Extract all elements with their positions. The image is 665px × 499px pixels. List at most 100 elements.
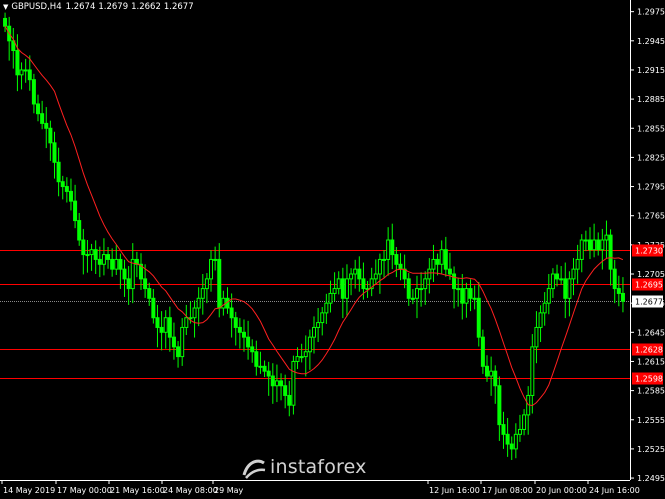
candle-body: [468, 288, 473, 299]
dropdown-caret-icon[interactable]: ▼: [3, 3, 8, 11]
candle-body: [616, 288, 621, 294]
candle-body: [538, 312, 543, 328]
candle-body: [394, 254, 399, 265]
level-price-label: 1.2628: [635, 346, 663, 355]
chart-plot[interactable]: 1.2975 1.2945 1.2915 1.2885 1.2855 1.2825 1.27…: [0, 0, 665, 499]
candle-body: [555, 273, 560, 280]
candle-body: [587, 239, 592, 251]
candle-body: [200, 288, 205, 299]
candle-body: [254, 351, 259, 367]
candle-body: [312, 326, 316, 338]
candle-body: [270, 375, 275, 387]
horizontal-levels: [0, 250, 630, 379]
candle-body: [456, 288, 461, 291]
candle-body: [431, 258, 436, 270]
candle-body: [513, 433, 518, 450]
candle-body: [118, 258, 123, 270]
candle-body: [534, 326, 539, 348]
candle-body: [353, 268, 358, 275]
close-value: 1.2677: [163, 2, 194, 12]
candle-body: [303, 351, 308, 358]
candle-body: [546, 288, 551, 304]
candle-body: [559, 278, 564, 281]
candle-body: [56, 161, 61, 183]
candle-body: [101, 254, 106, 265]
candle-body: [472, 297, 477, 300]
candle-body: [361, 278, 366, 290]
candle-body: [550, 273, 555, 290]
candle-body: [522, 414, 527, 430]
candle-body: [167, 317, 172, 338]
candle-body: [377, 258, 382, 275]
candle-body: [336, 278, 341, 290]
candle-body: [184, 317, 189, 328]
level-price-label: 1.2598: [635, 375, 663, 384]
candle-body: [505, 433, 510, 445]
candle-body: [180, 326, 185, 358]
candle-body: [217, 258, 222, 309]
price-tick-label: 1.2645: [637, 328, 665, 337]
candle-body: [246, 336, 251, 348]
candle-body: [579, 239, 584, 260]
candle-body: [509, 443, 514, 450]
high-value: 1.2679: [98, 2, 129, 12]
candle-body: [176, 346, 181, 358]
candle-body: [266, 370, 271, 377]
watermark-text: instaforex: [270, 456, 367, 478]
candle-body: [44, 122, 49, 129]
candle-body: [419, 288, 424, 291]
candle-body: [77, 220, 82, 241]
price-tick-label: 1.2495: [637, 474, 665, 483]
candle-body: [60, 181, 65, 188]
watermark: instaforex: [240, 455, 380, 481]
candle-body: [114, 258, 119, 270]
candle-body: [406, 278, 411, 299]
candle-body: [97, 258, 102, 265]
candle-body: [414, 288, 419, 299]
candle-body: [204, 278, 209, 290]
candle-body: [563, 278, 568, 299]
candle-body: [151, 297, 156, 319]
candle-body: [163, 317, 168, 333]
candle-body: [250, 346, 255, 353]
candle-body: [390, 239, 395, 256]
level-price-label: 1.2730: [635, 247, 663, 256]
chart-header: ▼ GBPUSD,H4 1.2674 1.2679 1.2662 1.2677: [3, 2, 197, 12]
candle-body: [460, 288, 465, 304]
candle-body: [279, 380, 284, 387]
candle-body: [517, 428, 522, 435]
candle-body: [48, 127, 53, 144]
time-tick-label: 20 Jun 00:00: [536, 486, 587, 495]
candle-body: [328, 292, 333, 304]
time-tick-label: 24 May 08:00: [163, 486, 218, 495]
candle-body: [307, 336, 312, 353]
instaforex-logo-icon: [242, 459, 266, 479]
candle-body: [85, 254, 90, 257]
candle-body: [287, 394, 292, 406]
price-tick-label: 1.2915: [637, 66, 665, 75]
time-tick-label: 17 May 00:00: [57, 486, 112, 495]
symbol-label: GBPUSD,H4: [11, 2, 62, 12]
chart-window[interactable]: 1.2975 1.2945 1.2915 1.2885 1.2855 1.2825 1.27…: [0, 0, 665, 499]
time-tick-label: 29 May: [214, 486, 244, 495]
candle-body: [320, 312, 325, 324]
candle-body: [262, 365, 267, 372]
price-tick-label: 1.2705: [637, 270, 665, 279]
time-tick-label: 24 Jun 16:00: [589, 486, 640, 495]
candle-body: [357, 268, 362, 280]
candle-body: [143, 278, 148, 290]
candle-body: [398, 263, 403, 270]
candle-body: [571, 268, 576, 280]
candle-body: [36, 103, 41, 115]
candle-body: [237, 326, 242, 333]
price-tick-label: 1.2615: [637, 357, 665, 366]
candle-body: [501, 424, 506, 435]
low-value: 1.2662: [131, 2, 161, 12]
candle-body: [443, 249, 448, 270]
candle-body: [89, 249, 94, 256]
candle-body: [332, 288, 337, 294]
price-tick-label: 1.2585: [637, 387, 665, 396]
candle-body: [480, 336, 485, 367]
open-value: 1.2674: [65, 2, 96, 12]
candle-body: [435, 258, 440, 265]
